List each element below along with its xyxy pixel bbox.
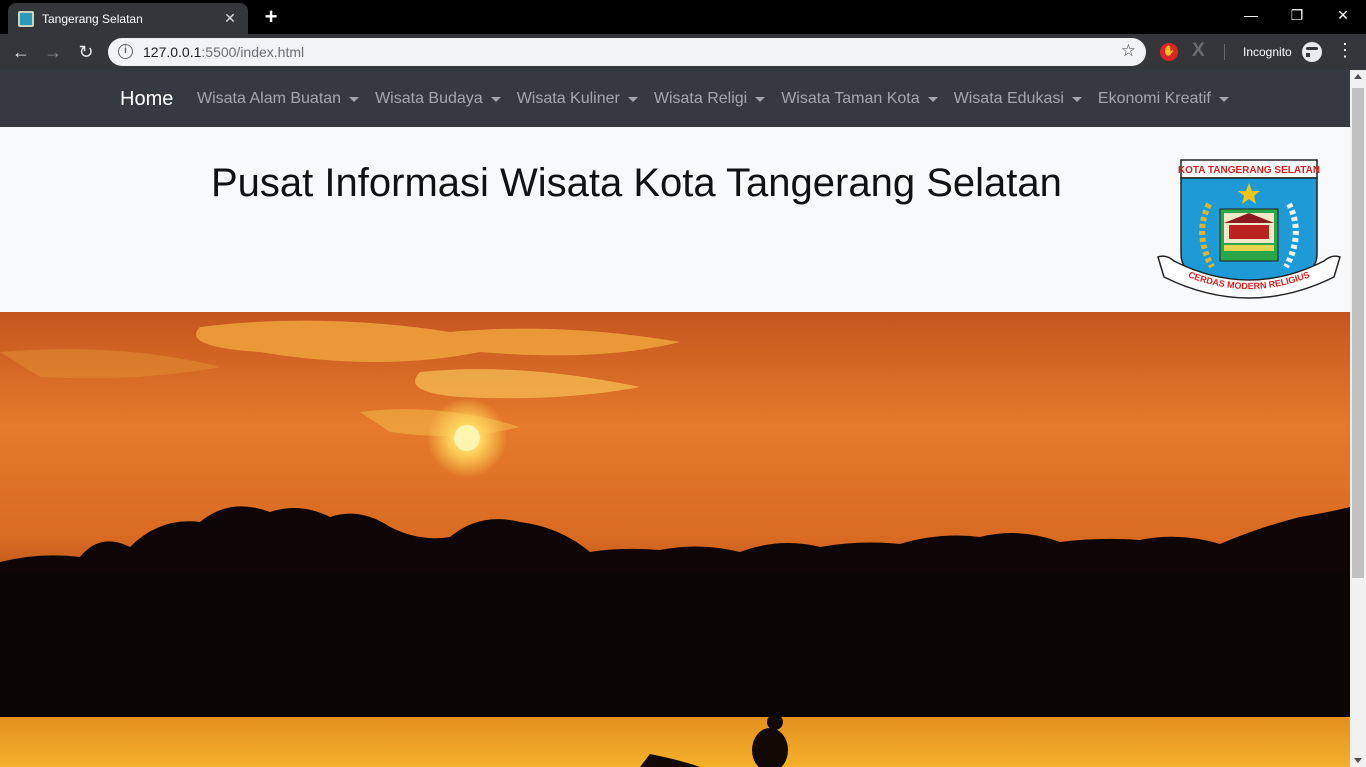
url-text[interactable]: 127.0.0.1:5500/index.html: [143, 44, 304, 60]
incognito-label: Incognito: [1243, 45, 1292, 59]
page-header: Pusat Informasi Wisata Kota Tangerang Se…: [0, 127, 1350, 312]
restore-button[interactable]: ❐: [1274, 0, 1320, 30]
navbar-brand-home[interactable]: Home: [120, 88, 173, 111]
browser-toolbar: ← → ↻ i 127.0.0.1:5500/index.html ☆ ✋ X …: [0, 34, 1366, 70]
back-button[interactable]: ←: [9, 40, 33, 64]
city-emblem-logo: KOTA TANGERANG SELATAN CERDAS MODERN REL…: [1157, 159, 1341, 299]
browser-tab-strip: Tangerang Selatan ✕ + — ❐ ✕: [0, 0, 1366, 34]
browser-menu-icon[interactable]: ⋮: [1336, 40, 1354, 61]
reload-button[interactable]: ↻: [74, 40, 98, 64]
menu-label: Wisata Alam Buatan: [197, 90, 342, 107]
incognito-icon[interactable]: [1302, 42, 1326, 62]
bookmark-star-icon[interactable]: ☆: [1121, 41, 1136, 61]
new-tab-button[interactable]: +: [258, 4, 284, 30]
url-host: 127.0.0.1: [143, 44, 202, 60]
menu-label: Wisata Religi: [653, 90, 748, 107]
menu-wisata-taman-kota[interactable]: Wisata Taman Kota: [781, 90, 938, 108]
favicon-icon: [18, 10, 34, 27]
caret-down-icon: [755, 96, 766, 102]
toolbar-separator: [1224, 44, 1225, 60]
close-window-button[interactable]: ✕: [1320, 0, 1366, 30]
menu-wisata-kuliner[interactable]: Wisata Kuliner: [517, 90, 638, 108]
tab-close-icon[interactable]: ✕: [222, 10, 238, 27]
browser-tab[interactable]: Tangerang Selatan ✕: [8, 3, 248, 34]
menu-wisata-religi[interactable]: Wisata Religi: [653, 90, 766, 108]
caret-down-icon: [1071, 96, 1082, 102]
site-info-icon[interactable]: i: [118, 44, 133, 59]
site-navbar: Home Wisata Alam Buatan Wisata Budaya Wi…: [0, 70, 1350, 127]
minimize-button[interactable]: —: [1228, 0, 1274, 30]
url-path: :5500/index.html: [201, 44, 305, 60]
page-title: Pusat Informasi Wisata Kota Tangerang Se…: [211, 161, 1062, 205]
menu-wisata-budaya[interactable]: Wisata Budaya: [375, 90, 501, 108]
menu-label: Wisata Edukasi: [953, 90, 1064, 107]
menu-wisata-edukasi[interactable]: Wisata Edukasi: [954, 90, 1082, 108]
menu-label: Wisata Budaya: [375, 90, 483, 107]
extension-hand-icon[interactable]: ✋: [1160, 43, 1178, 61]
scroll-thumb[interactable]: [1352, 88, 1364, 578]
menu-wisata-alam-buatan[interactable]: Wisata Alam Buatan: [197, 90, 360, 108]
caret-down-icon: [1218, 96, 1229, 102]
navbar-menu: Wisata Alam Buatan Wisata Budaya Wisata …: [197, 90, 1245, 108]
tab-title: Tangerang Selatan: [42, 11, 143, 26]
scroll-up-arrow-icon[interactable]: [1354, 74, 1362, 79]
caret-down-icon: [490, 96, 501, 102]
caret-down-icon: [349, 96, 360, 102]
forward-button[interactable]: →: [41, 40, 65, 64]
hero-sunset-image: [0, 312, 1350, 767]
menu-label: Wisata Taman Kota: [781, 90, 920, 107]
caret-down-icon: [927, 96, 938, 102]
menu-label: Wisata Kuliner: [516, 90, 620, 107]
extension-x-icon[interactable]: X: [1192, 40, 1205, 62]
scroll-down-arrow-icon[interactable]: [1354, 758, 1362, 763]
logo-banner-text: KOTA TANGERANG SELATAN: [1178, 165, 1320, 176]
caret-down-icon: [627, 96, 638, 102]
page-scrollbar[interactable]: [1350, 70, 1366, 767]
address-bar[interactable]: i 127.0.0.1:5500/index.html ☆: [108, 38, 1146, 66]
page-viewport: Home Wisata Alam Buatan Wisata Budaya Wi…: [0, 70, 1350, 767]
menu-label: Ekonomi Kreatif: [1097, 90, 1211, 107]
menu-ekonomi-kreatif[interactable]: Ekonomi Kreatif: [1098, 90, 1229, 108]
